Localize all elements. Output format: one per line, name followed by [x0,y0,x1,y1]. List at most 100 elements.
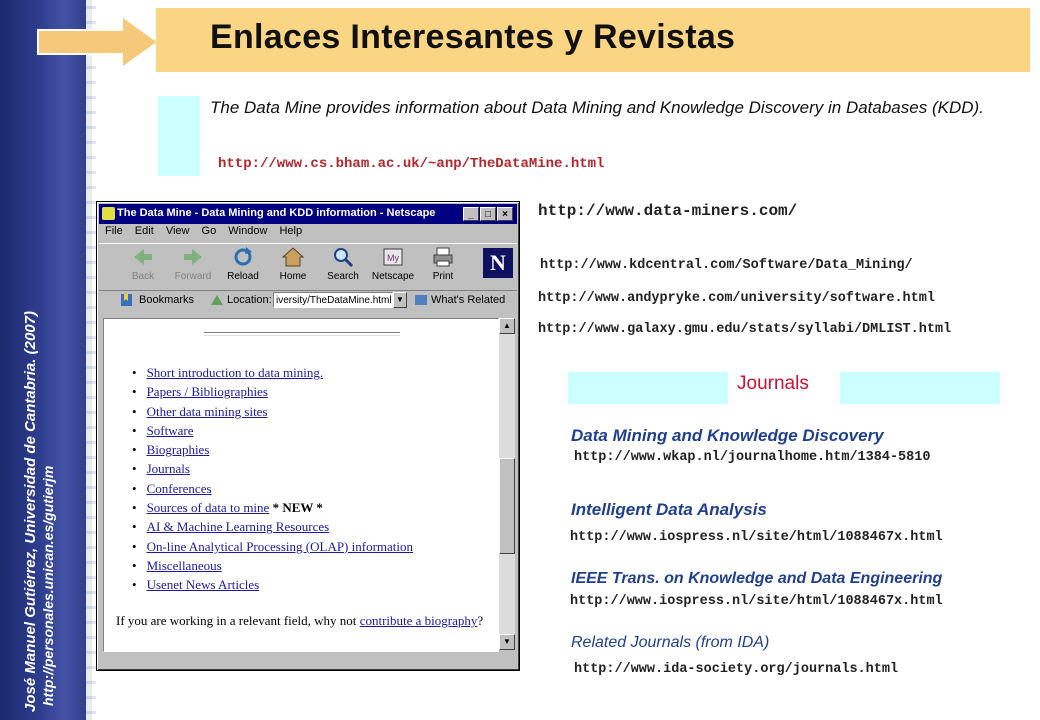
url-galaxy-gmu[interactable]: http://www.galaxy.gmu.edu/stats/syllabi/… [538,322,951,337]
datamine-link-list: Short introduction to data mining. Paper… [132,365,413,597]
url-andypryke[interactable]: http://www.andypryke.com/university/soft… [538,291,935,306]
link-miscellaneous[interactable]: Miscellaneous [147,558,222,573]
forward-button[interactable]: Forward [169,246,217,282]
home-label: Home [279,271,307,282]
journals-heading: Journals [737,373,809,394]
search-label: Search [327,271,359,282]
list-item: Journals [132,461,413,480]
browser-menubar: File Edit View Go Window Help [99,225,311,241]
journal-title-ieee-tkde: IEEE Trans. on Knowledge and Data Engine… [571,570,943,587]
link-short-introduction[interactable]: Short introduction to data mining. [147,365,324,380]
journal-title-dmkd: Data Mining and Knowledge Discovery [571,426,884,445]
print-icon [433,247,453,267]
list-item: Papers / Bibliographies [132,384,413,403]
scroll-up-button[interactable]: ▲ [499,318,515,334]
link-sources-of-data[interactable]: Sources of data to mine [147,500,270,515]
svg-text:My: My [387,253,399,263]
journal-url-ieee-tkde[interactable]: http://www.iospress.nl/site/html/1088467… [570,594,943,609]
back-label: Back [131,271,155,282]
url-data-miners[interactable]: http://www.data-miners.com/ [538,202,797,220]
list-item: Usenet News Articles [132,577,413,596]
forward-label: Forward [174,271,212,282]
url-kdcentral[interactable]: http://www.kdcentral.com/Software/Data_M… [540,258,913,273]
journal-title-ida: Intelligent Data Analysis [571,500,767,519]
menu-window[interactable]: Window [228,225,267,237]
list-item: Short introduction to data mining. [132,365,413,384]
sidebar-url: http://personales.unican.es/gutierjm [40,465,56,706]
location-input[interactable]: iversity/TheDataMine.html [273,292,393,308]
reload-label: Reload [227,271,259,282]
sidebar-author: José Manuel Gutiérrez, Universidad de Ca… [22,311,39,712]
netscape-icon [102,207,115,220]
menu-go[interactable]: Go [202,225,217,237]
link-software[interactable]: Software [147,423,194,438]
arrow-icon [37,14,160,70]
location-icon [211,295,223,305]
journals-accent-left [568,372,728,404]
netscape-logo[interactable]: N [483,248,513,278]
link-papers[interactable]: Papers / Bibliographies [147,384,268,399]
accent-box [158,96,200,176]
link-ai-ml[interactable]: AI & Machine Learning Resources [147,519,330,534]
scroll-down-button[interactable]: ▼ [499,634,515,650]
bookmarks-button[interactable]: Bookmarks [139,294,194,306]
scroll-thumb[interactable] [499,458,515,554]
link-biographies[interactable]: Biographies [147,442,210,457]
location-bar: Bookmarks Location: iversity/TheDataMine… [99,290,517,312]
journal-url-dmkd[interactable]: http://www.wkap.nl/journalhome.htm/1384-… [574,450,930,465]
list-item: Conferences [132,481,413,500]
menu-help[interactable]: Help [279,225,302,237]
link-conferences[interactable]: Conferences [147,481,212,496]
link-other-sites[interactable]: Other data mining sites [147,404,268,419]
whats-related-button[interactable]: What's Related [431,294,505,306]
menu-view[interactable]: View [166,225,190,237]
intro-text: The Data Mine provides information about… [210,98,984,117]
home-button[interactable]: Home [269,246,317,282]
list-item: Other data mining sites [132,404,413,423]
bookmarks-icon [121,294,132,306]
link-olap[interactable]: On-line Analytical Processing (OLAP) inf… [147,539,413,554]
list-item: On-line Analytical Processing (OLAP) inf… [132,539,413,558]
maximize-button[interactable]: □ [480,207,496,221]
list-item: Biographies [132,442,413,461]
menu-file[interactable]: File [105,225,123,237]
location-label: Location: [227,294,272,306]
print-button[interactable]: Print [419,246,467,282]
bio-suffix: ? [477,613,484,628]
journal-url-ida[interactable]: http://www.iospress.nl/site/html/1088467… [570,530,943,545]
journal-title-related: Related Journals (from IDA) [571,634,770,651]
reload-button[interactable]: Reload [219,246,267,282]
whats-related-icon [415,295,427,305]
journal-url-related[interactable]: http://www.ida-society.org/journals.html [574,662,898,677]
datamine-url-link[interactable]: http://www.cs.bham.ac.uk/~anp/TheDataMin… [218,156,604,172]
link-usenet[interactable]: Usenet News Articles [147,577,260,592]
location-dropdown-button[interactable]: ▼ [393,292,407,308]
browser-toolbar: Back Forward Reload Home Search My Netsc… [99,243,517,291]
back-button[interactable]: Back [119,246,167,282]
search-icon [334,248,354,268]
contribute-biography-link[interactable]: contribute a biography [360,613,478,628]
list-item: Software [132,423,413,442]
menu-edit[interactable]: Edit [135,225,154,237]
new-tag: * NEW * [272,500,323,516]
sidebar-strip-edge [86,0,96,720]
link-journals[interactable]: Journals [147,461,190,476]
browser-window: The Data Mine - Data Mining and KDD info… [96,201,520,671]
minimize-button[interactable]: _ [463,207,479,221]
journals-accent-right [840,372,1000,404]
close-button[interactable]: × [497,207,513,221]
netscape-my-icon: My [383,248,403,266]
list-item: Miscellaneous [132,558,413,577]
search-button[interactable]: Search [319,246,367,282]
reload-icon [234,247,252,266]
list-item: Sources of data to mine * NEW * [132,500,413,519]
vertical-scrollbar[interactable]: ▲ ▼ [499,318,515,650]
bio-prefix: If you are working in a relevant field, … [116,613,357,628]
browser-titlebar: The Data Mine - Data Mining and KDD info… [99,204,517,224]
browser-content: Short introduction to data mining. Paper… [103,318,499,652]
netscape-button[interactable]: My Netscape [369,246,417,282]
page-title: Enlaces Interesantes y Revistas [210,18,736,56]
back-arrow-icon [134,249,152,265]
biography-line: If you are working in a relevant field, … [116,613,483,629]
forward-arrow-icon [184,249,202,265]
